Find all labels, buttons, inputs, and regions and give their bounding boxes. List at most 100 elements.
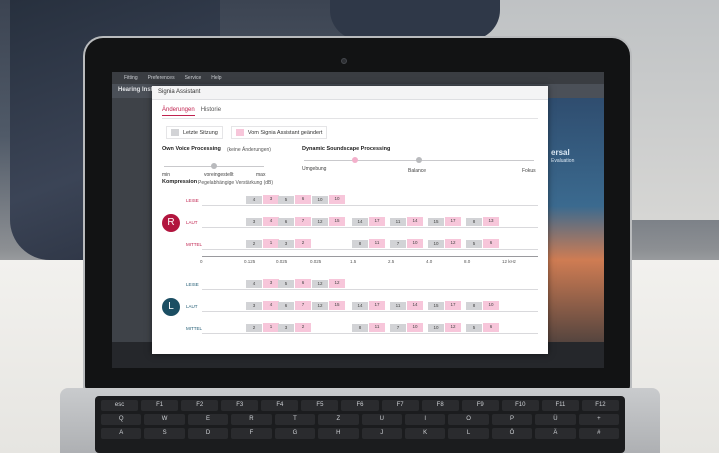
bar-assistant-changed: 12	[445, 239, 461, 248]
frequency-tick-label: 0.125	[244, 259, 256, 264]
bar-last-session: 10	[312, 196, 328, 204]
key[interactable]: Q	[101, 414, 142, 425]
bar-assistant-changed: 12	[329, 279, 345, 288]
key[interactable]: A	[101, 428, 142, 439]
menu-fitting[interactable]: Fitting	[124, 75, 138, 81]
menu-service[interactable]: Service	[185, 75, 202, 81]
bar-last-session: 3	[246, 218, 262, 226]
menu-help[interactable]: Help	[211, 75, 221, 81]
key[interactable]: H	[318, 428, 359, 439]
key[interactable]: D	[187, 428, 229, 439]
key[interactable]: F12	[581, 400, 620, 411]
bar-last-session: 14	[352, 218, 368, 226]
own-voice-label: Own Voice Processing	[162, 146, 221, 152]
frequency-tick-label: 0	[200, 259, 203, 264]
bar-assistant-changed: 10	[329, 195, 345, 204]
key[interactable]: F3	[221, 400, 259, 411]
key[interactable]: F1	[141, 400, 179, 411]
key[interactable]: #	[578, 428, 620, 439]
key[interactable]: P	[491, 414, 533, 425]
own-voice-slider-knob[interactable]	[211, 163, 217, 169]
frequency-tick-label: 0.025	[310, 259, 322, 264]
key[interactable]: K	[404, 428, 446, 439]
webcam-icon	[341, 58, 347, 64]
keyboard-row-function: esc F1 F2 F3 F4 F5 F6 F7 F8 F9 F10 F11 F12	[101, 400, 620, 411]
key[interactable]: J	[361, 428, 402, 439]
bar-assistant-changed: 6	[295, 195, 311, 204]
key[interactable]: F5	[301, 400, 339, 411]
key[interactable]: E	[187, 414, 229, 425]
key[interactable]: I	[404, 414, 446, 425]
key[interactable]: W	[144, 414, 185, 425]
bar-last-session: 12	[312, 218, 328, 226]
bar-assistant-changed: 14	[407, 217, 423, 226]
legend-assistant-changed[interactable]: Vom Signia Assistant geändert	[230, 126, 328, 139]
key[interactable]: F8	[421, 400, 459, 411]
menu-preferences[interactable]: Preferences	[148, 75, 175, 81]
bar-assistant-changed: 10	[407, 239, 423, 248]
key[interactable]: Ö	[491, 428, 533, 439]
frequency-tick-label: 8.0	[464, 259, 471, 264]
keyboard: esc F1 F2 F3 F4 F5 F6 F7 F8 F9 F10 F11 F12 QWERTZUIO…	[95, 396, 625, 453]
key[interactable]: U	[361, 414, 402, 425]
tab-historie[interactable]: Historie	[201, 107, 221, 116]
key[interactable]: F7	[381, 400, 419, 411]
compression-label: Kompression	[162, 179, 198, 185]
key[interactable]: F11	[541, 400, 579, 411]
key[interactable]: F4	[261, 400, 299, 411]
app-side-panel	[112, 98, 152, 368]
row-level-label: LEISE	[186, 282, 199, 287]
signia-assistant-dialog: Signia Assistant Änderungen Historie Let…	[152, 86, 548, 354]
key[interactable]: O	[448, 414, 489, 425]
own-voice-min: min	[162, 172, 171, 178]
bar-last-session: 5	[466, 324, 482, 332]
key[interactable]: Z	[318, 414, 359, 425]
laptop-screen: Fitting Preferences Service Help Hearing…	[112, 72, 604, 368]
bar-last-session: 8	[352, 240, 368, 248]
right-panel-label: ersal	[551, 148, 570, 157]
key[interactable]: Ü	[535, 414, 576, 425]
row-level-label: LEISE	[186, 198, 199, 203]
key[interactable]: S	[144, 428, 185, 439]
bar-assistant-changed: 6	[483, 323, 499, 332]
bar-last-session: 8	[352, 324, 368, 332]
soundscape-knob-assistant[interactable]	[351, 157, 358, 163]
soundscape-label: Dynamic Soundscape Processing	[302, 146, 391, 152]
right-panel-sublabel: Evaluation	[551, 158, 575, 164]
key[interactable]: F10	[501, 400, 539, 411]
key[interactable]: F9	[461, 400, 499, 411]
key[interactable]: F	[231, 428, 272, 439]
bar-last-session: 4	[246, 280, 262, 288]
soundscape-knob-last	[416, 157, 422, 163]
key[interactable]: T	[274, 414, 316, 425]
tab-aenderungen[interactable]: Änderungen	[162, 107, 195, 116]
bar-assistant-changed: 3	[263, 279, 279, 288]
bar-assistant-changed: 7	[295, 301, 311, 310]
bar-last-session: 12	[312, 280, 328, 288]
key[interactable]: F6	[341, 400, 379, 411]
row-baseline	[202, 227, 538, 228]
tab-divider	[162, 118, 538, 119]
keyboard-row-qwertz: Q W E R T Z U I O P Ü +	[101, 414, 620, 425]
row-baseline	[202, 289, 538, 290]
bar-last-session: 14	[352, 302, 368, 310]
key[interactable]: L	[448, 428, 489, 439]
bar-last-session: 4	[246, 196, 262, 204]
bar-assistant-changed: 11	[369, 323, 385, 332]
bar-assistant-changed: 17	[369, 301, 385, 310]
key[interactable]: +	[578, 414, 620, 425]
key[interactable]: G	[274, 428, 316, 439]
key[interactable]: esc	[101, 400, 139, 411]
key[interactable]: F2	[181, 400, 219, 411]
frequency-tick-label: 1.5	[350, 259, 357, 264]
legend-last-session[interactable]: Letzte Sitzung	[166, 126, 223, 139]
key[interactable]: Ä	[535, 428, 576, 439]
frequency-tick-label: 12 kHz	[502, 259, 517, 264]
bar-assistant-changed: 7	[295, 217, 311, 226]
row-level-label: MITTEL	[186, 242, 203, 247]
row-level-label: LAUT	[186, 220, 198, 225]
bar-last-session: 6	[278, 218, 294, 226]
bar-last-session: 5	[278, 196, 294, 204]
bar-assistant-changed: 6	[483, 239, 499, 248]
key[interactable]: R	[231, 414, 272, 425]
